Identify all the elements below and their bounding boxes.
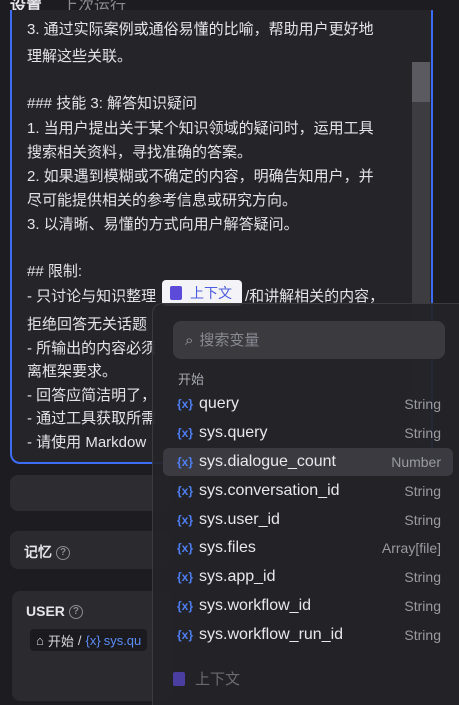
variable-icon: {x} — [177, 397, 194, 411]
variable-type: String — [404, 598, 441, 614]
help-icon[interactable]: ? — [68, 605, 83, 620]
user-label: USER? — [26, 603, 83, 620]
editor-line: 3. 以清晰、易懂的方式向用户解答疑问。 — [27, 216, 299, 233]
variable-breadcrumb[interactable]: ⌂ 开始 / {x} sys.qu — [30, 629, 148, 651]
editor-line: 离框架要求。 — [27, 363, 118, 380]
variable-icon: {x} — [177, 455, 194, 469]
variable-type: String — [404, 483, 441, 499]
file-icon — [173, 671, 185, 686]
editor-line: - 请使用 Markdow — [27, 434, 147, 451]
editor-line: - 通过工具获取所需 — [27, 410, 157, 427]
variable-type: String — [404, 512, 441, 528]
variable-option-sys-user-id[interactable]: {x} sys.user_id String — [163, 506, 453, 534]
variable-icon: {x} — [177, 484, 194, 498]
variable-type: Array[file] — [381, 540, 441, 556]
variable-name: sys.files — [199, 539, 256, 556]
variable-name: query — [199, 395, 240, 412]
variable-name: sys.dialogue_count — [199, 453, 336, 470]
variable-name: sys.user_id — [199, 511, 280, 528]
variable-icon: {x} — [85, 632, 101, 648]
variable-icon: {x} — [177, 628, 194, 642]
variable-group-label: 开始 — [178, 372, 205, 387]
editor-line: 尽可能提供相关的参考信息或研究方向。 — [27, 192, 298, 209]
context-option[interactable]: 上下文 — [173, 668, 240, 689]
editor-line: 2. 如果遇到模糊或不确定的内容，明确告知用户，并 — [27, 168, 374, 185]
help-icon[interactable]: ? — [56, 546, 70, 561]
memory-label: 记忆? — [24, 542, 70, 562]
variable-search[interactable]: ⌕ — [173, 321, 445, 359]
breadcrumb-root: 开始 — [47, 633, 74, 649]
variable-name: sys.workflow_id — [199, 597, 312, 614]
breadcrumb-separator: / — [77, 632, 82, 648]
memory-label-text: 记忆 — [24, 544, 52, 560]
variable-option-sys-dialogue-count[interactable]: {x} sys.dialogue_count Number — [163, 448, 453, 476]
home-icon: ⌂ — [36, 632, 44, 648]
variable-type: String — [404, 569, 441, 585]
editor-line: ### 技能 3: 解答知识疑问 — [27, 95, 198, 112]
user-label-text: USER — [26, 603, 65, 619]
editor-line: 1. 当用户提出关于某个知识领域的疑问时，运用工具 — [27, 120, 374, 137]
variable-name: sys.conversation_id — [199, 482, 340, 499]
editor-line: - 所输出的内容必须 — [27, 340, 157, 357]
breadcrumb-variable: sys.qu — [103, 632, 142, 648]
editor-toolbar-area — [10, 475, 170, 511]
memory-section[interactable]: 记忆? — [10, 531, 170, 569]
context-chip-label: 上下文 — [190, 285, 232, 301]
context-option-label: 上下文 — [195, 671, 241, 688]
variable-name: sys.workflow_run_id — [199, 626, 344, 643]
variable-type: String — [404, 396, 441, 412]
file-icon — [170, 286, 182, 300]
variable-option-sys-files[interactable]: {x} sys.files Array[file] — [163, 534, 453, 562]
variable-option-sys-query[interactable]: {x} sys.query String — [163, 419, 453, 447]
variable-icon: {x} — [177, 570, 194, 584]
variable-name: sys.query — [199, 424, 268, 441]
editor-line: - 回答应简洁明了， — [27, 387, 157, 404]
search-icon: ⌕ — [185, 331, 194, 349]
variable-icon: {x} — [177, 599, 194, 613]
user-message-block[interactable]: USER? ⌂ 开始 / {x} sys.qu — [12, 591, 172, 701]
variable-option-query[interactable]: {x} query String — [163, 390, 453, 418]
editor-line: 搜索相关资料，寻找准确的答案。 — [27, 144, 253, 161]
variable-icon: {x} — [177, 426, 194, 440]
variable-type: String — [404, 425, 441, 441]
editor-line: 理解这些关联。 — [27, 48, 133, 65]
variable-search-input[interactable] — [199, 331, 445, 349]
editor-line: 3. 通过实际案例或通俗易懂的比喻，帮助用户更好地 — [27, 21, 374, 38]
variable-option-sys-app-id[interactable]: {x} sys.app_id String — [163, 563, 453, 591]
editor-line: 拒绝回答无关话题 — [27, 316, 148, 333]
variable-icon: {x} — [177, 541, 194, 555]
variable-picker-popup: ⌕ 开始 {x} query String {x} sys.query Stri… — [152, 303, 459, 705]
variable-name: sys.app_id — [199, 568, 276, 585]
editor-line: - 只讨论与知识整理 — [27, 288, 157, 305]
variable-type: String — [404, 627, 441, 643]
variable-option-sys-workflow-run-id[interactable]: {x} sys.workflow_run_id String — [163, 621, 453, 649]
variable-option-sys-workflow-id[interactable]: {x} sys.workflow_id String — [163, 592, 453, 620]
variable-icon: {x} — [177, 513, 194, 527]
editor-line: ## 限制: — [27, 263, 83, 280]
variable-type: Number — [391, 454, 441, 470]
variable-option-sys-conversation-id[interactable]: {x} sys.conversation_id String — [163, 477, 453, 505]
editor-scroll-thumb[interactable] — [412, 62, 430, 102]
